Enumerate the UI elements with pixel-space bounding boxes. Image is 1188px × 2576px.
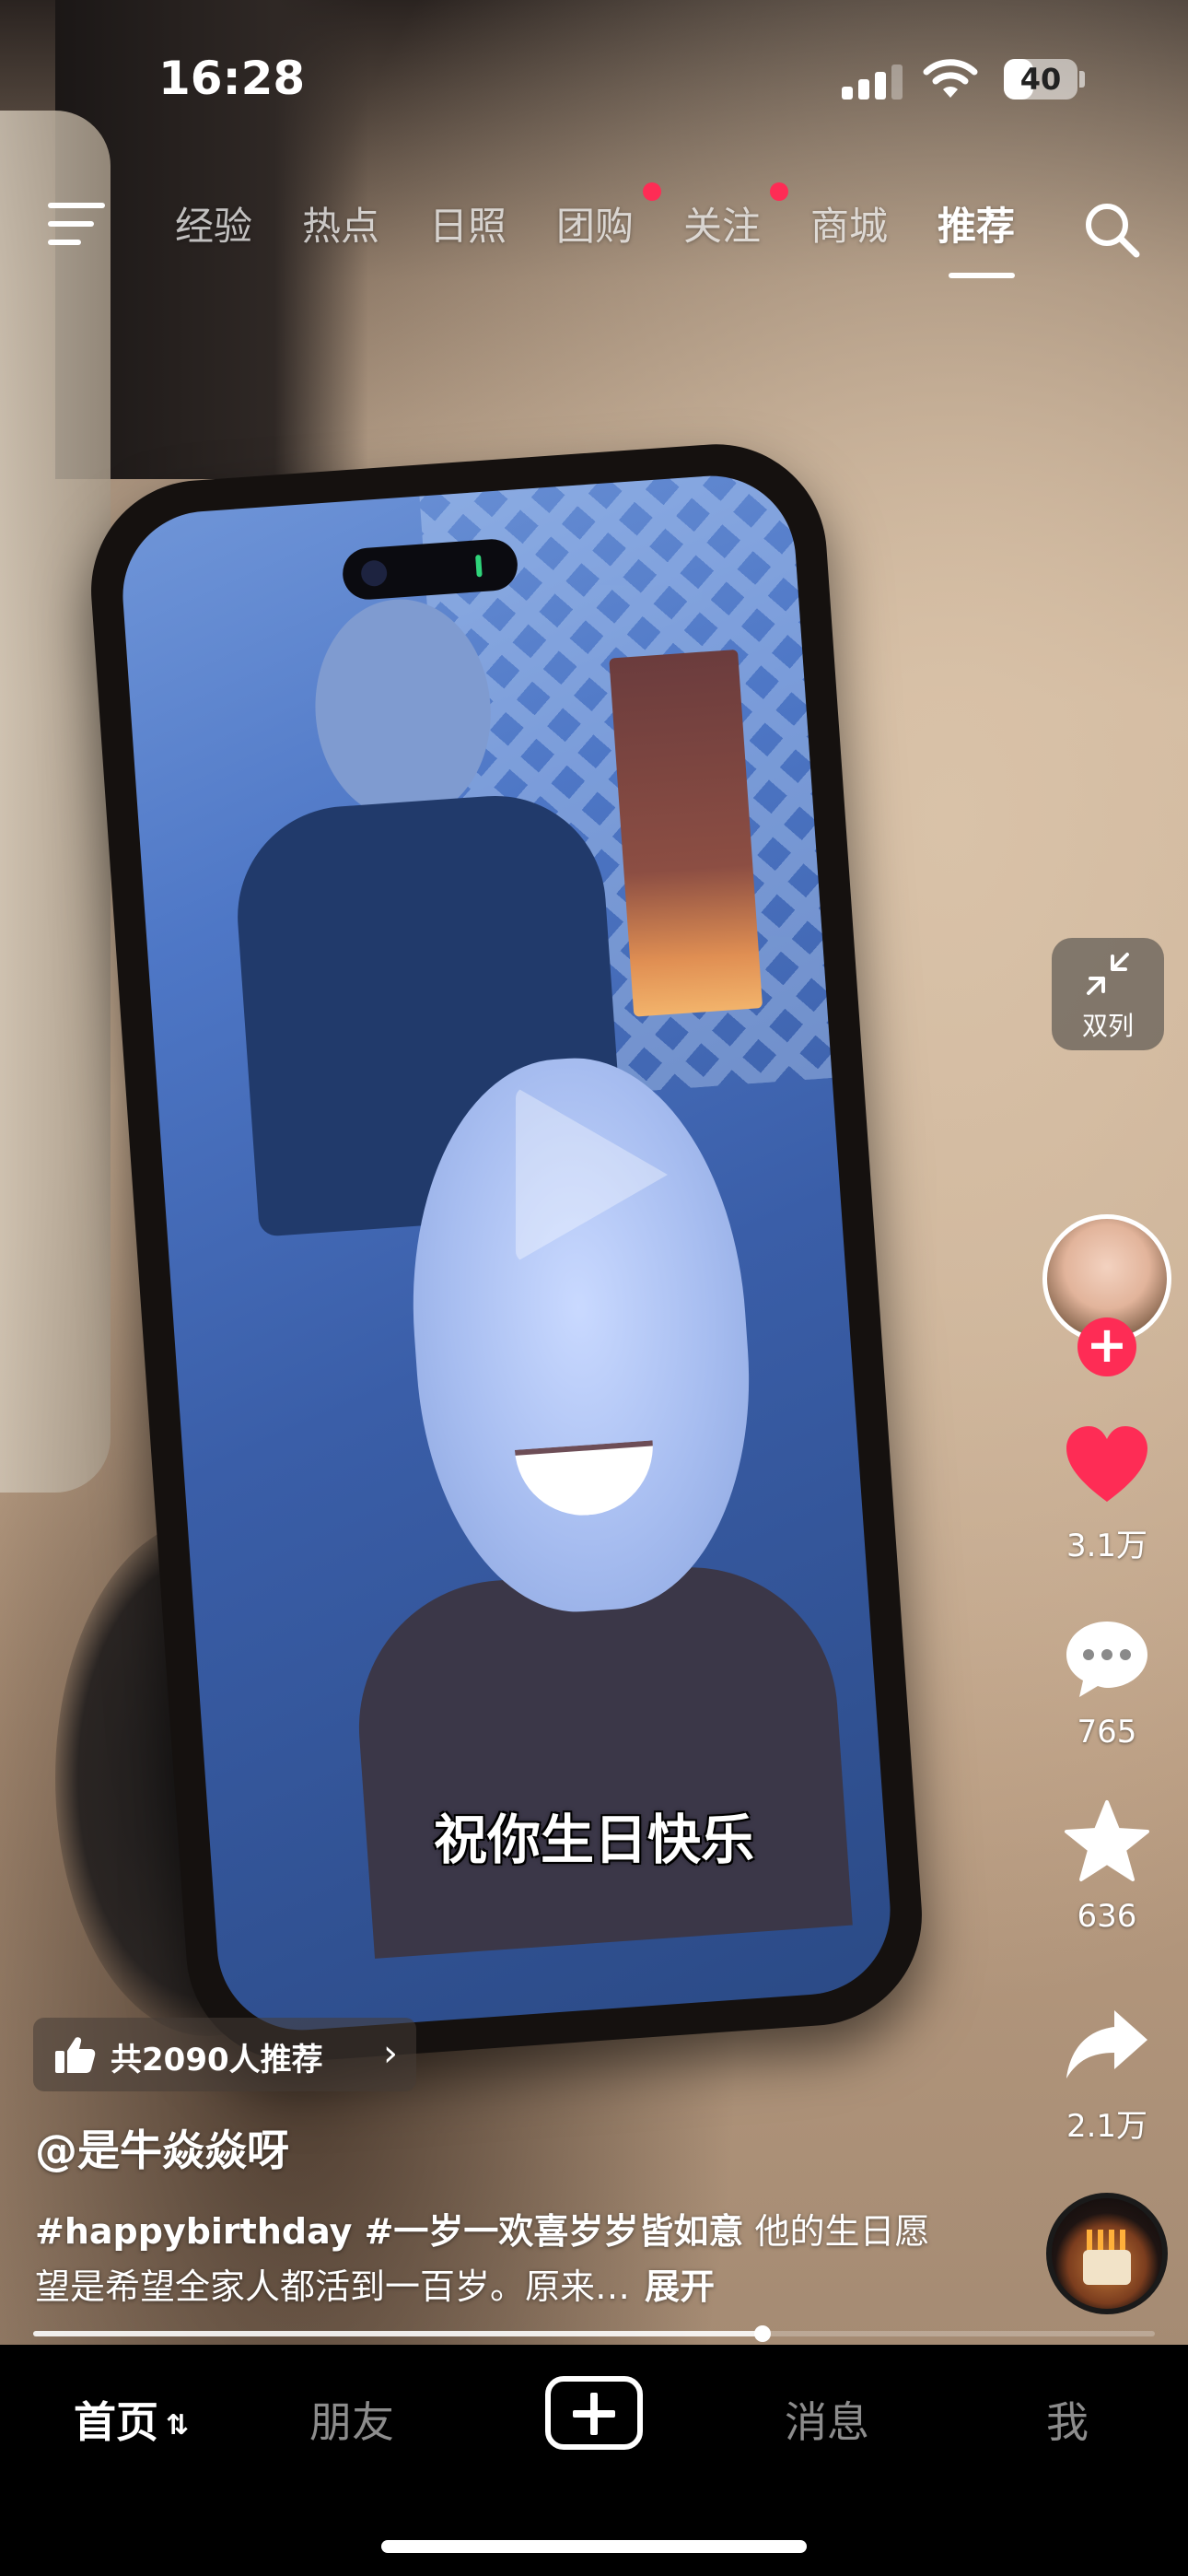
tab-rizhao[interactable]: 日照	[429, 195, 507, 252]
signal-bar	[875, 72, 886, 100]
favorite-count: 636	[1077, 1898, 1137, 1935]
video-progress-bar[interactable]	[33, 2325, 1155, 2342]
birthday-cake-icon	[1083, 2250, 1131, 2285]
create-post-button[interactable]	[545, 2376, 643, 2450]
status-bar: 16:28 40	[0, 0, 1188, 147]
video-player[interactable]: 祝你生日快乐	[0, 0, 1188, 2345]
tab-me[interactable]: 我	[1046, 2389, 1089, 2450]
dual-column-button[interactable]: 双列	[1052, 938, 1164, 1050]
author-name[interactable]: @是牛焱焱呀	[35, 2117, 289, 2178]
progress-fill	[33, 2331, 763, 2336]
post-description[interactable]: #happybirthday #一岁一欢喜岁岁皆如意 他的生日愿望是希望全家人都…	[35, 2204, 947, 2314]
star-icon	[1065, 1800, 1149, 1881]
battery-cap	[1079, 71, 1085, 88]
battery-level: 40	[1019, 62, 1062, 97]
recommend-count-text: 共2090人推荐	[111, 2042, 323, 2078]
pip-candle-view	[609, 649, 763, 1017]
signal-bar	[858, 79, 869, 100]
follow-button[interactable]: +	[1077, 1317, 1136, 1376]
swap-arrows-icon: ⇅	[166, 2409, 190, 2441]
heart-icon	[1066, 1426, 1147, 1502]
plus-icon-vertical	[590, 2393, 598, 2435]
expand-button[interactable]: 展开	[645, 2266, 715, 2307]
tuangou-notification-dot	[643, 182, 661, 201]
signal-bar	[891, 64, 903, 100]
cake-candles	[1087, 2230, 1129, 2252]
tab-friends[interactable]: 朋友	[309, 2389, 394, 2450]
top-nav: 经验 热点 日照 团购 关注 商城 推荐	[0, 175, 1188, 286]
comment-count: 765	[1077, 1714, 1137, 1751]
thumbs-up-icon	[55, 2037, 96, 2073]
tab-messages[interactable]: 消息	[785, 2389, 869, 2450]
indicator-dot	[475, 555, 483, 578]
music-disc[interactable]	[1046, 2193, 1168, 2314]
menu-icon[interactable]	[48, 203, 105, 245]
hashtag-text[interactable]: #happybirthday #一岁一欢喜岁岁皆如意	[35, 2211, 743, 2252]
tab-home[interactable]: 首页 ⇅	[74, 2389, 189, 2450]
tab-redian[interactable]: 热点	[302, 195, 379, 252]
dual-column-label: 双列	[1081, 1011, 1134, 1041]
active-tab-underline	[949, 273, 1015, 278]
play-icon[interactable]	[516, 1087, 668, 1262]
favorite-action[interactable]: 636	[1050, 1797, 1164, 1935]
chevron-right-icon: ›	[383, 2032, 398, 2075]
tab-guanzhu[interactable]: 关注	[683, 195, 761, 252]
comment-action[interactable]: 765	[1050, 1612, 1164, 1751]
like-count: 3.1万	[1066, 1528, 1148, 1564]
signal-bar	[842, 87, 853, 100]
share-count: 2.1万	[1066, 2108, 1148, 2145]
app-screen: 祝你生日快乐 16:28 40 经验 热点 日照 团购 关注 商城 推荐 双列 …	[0, 0, 1188, 2576]
signal-icon	[842, 63, 906, 100]
tab-tuangou[interactable]: 团购	[556, 195, 634, 252]
woman-body	[349, 1557, 853, 1959]
share-action[interactable]: 2.1万	[1050, 1999, 1164, 2146]
tab-tuijian[interactable]: 推荐	[938, 195, 1015, 252]
like-action[interactable]: 3.1万	[1050, 1419, 1164, 1565]
progress-knob[interactable]	[753, 2325, 771, 2342]
video-subtitle: 祝你生日快乐	[433, 1809, 754, 1871]
tab-jingyan[interactable]: 经验	[175, 195, 252, 252]
collapse-arrows-icon	[1087, 953, 1129, 995]
man-head	[308, 593, 498, 826]
share-arrow-icon	[1066, 2010, 1147, 2078]
tab-home-label: 首页	[74, 2397, 158, 2447]
bottom-tab-bar: 首页 ⇅ 朋友 消息 我	[0, 2345, 1188, 2576]
guanzhu-notification-dot	[770, 182, 788, 201]
camera-dot	[360, 559, 389, 588]
recommend-chip[interactable]: 共2090人推荐 ›	[33, 2018, 416, 2091]
comment-icon	[1066, 1622, 1147, 1697]
wifi-icon	[923, 59, 978, 98]
search-icon[interactable]	[1081, 199, 1142, 260]
status-time: 16:28	[158, 52, 306, 105]
tab-shangcheng[interactable]: 商城	[810, 195, 888, 252]
background-sofa	[0, 111, 111, 1493]
battery-icon: 40	[1004, 59, 1077, 100]
home-indicator	[381, 2540, 807, 2553]
